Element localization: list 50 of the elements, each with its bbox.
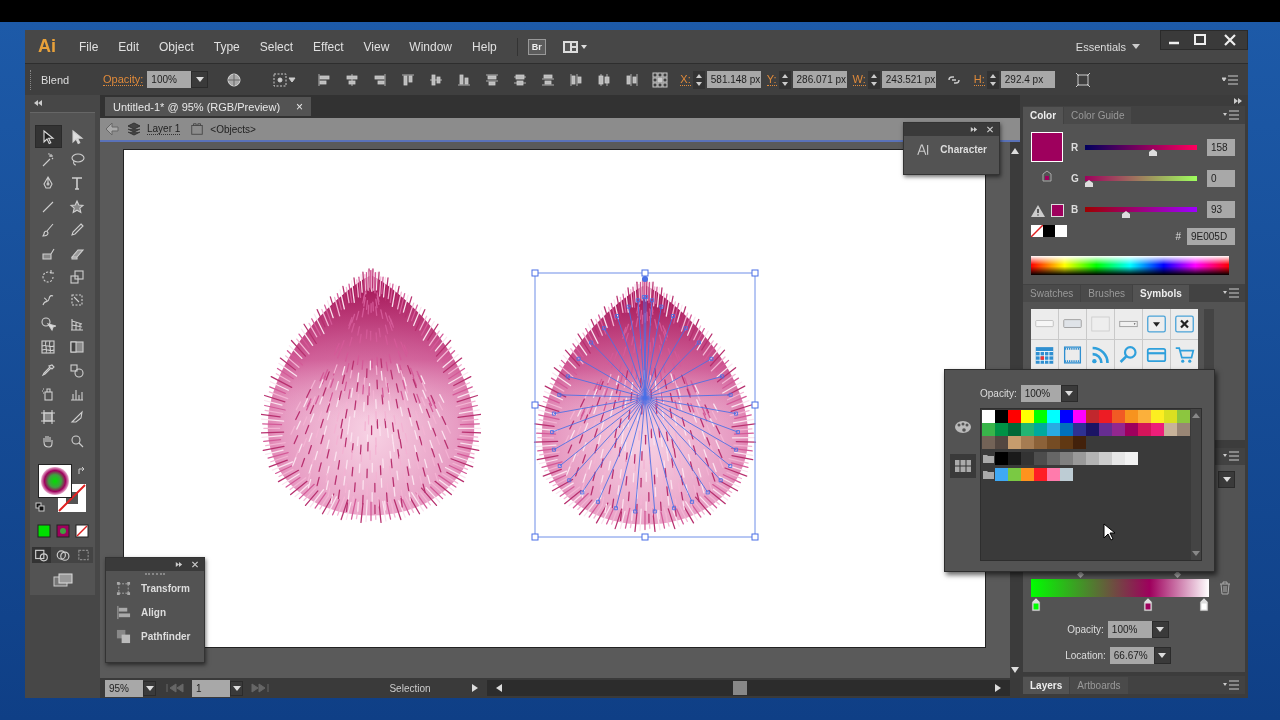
coordinate-field[interactable]: 581.148 px xyxy=(706,71,761,88)
coordinate-label: X: xyxy=(680,73,691,86)
panel-item[interactable]: Pathfinder xyxy=(141,631,191,642)
opacity-field[interactable]: 100% xyxy=(1107,621,1152,638)
document-tab[interactable]: Untitled-1* @ 95% (RGB/Preview) × xyxy=(105,97,312,116)
artboard-field[interactable]: 1 xyxy=(192,679,230,697)
channel-label: R xyxy=(1071,142,1080,153)
opacity-label: Opacity: xyxy=(980,387,1017,399)
workspace-switcher[interactable]: Essentials xyxy=(1075,40,1126,53)
menu-item[interactable]: Window xyxy=(399,39,463,54)
menu-item[interactable]: Object xyxy=(149,39,204,54)
opacity-field[interactable]: 100% xyxy=(147,71,192,88)
selection-type-label: Blend xyxy=(41,73,71,86)
menu-item[interactable]: View xyxy=(353,39,400,54)
hex-field[interactable]: 9E005D xyxy=(1187,228,1235,245)
channel-label: B xyxy=(1071,204,1080,215)
menu-item[interactable]: Edit xyxy=(108,39,150,54)
menu-item[interactable]: Select xyxy=(249,39,304,54)
channel-label: G xyxy=(1071,173,1080,184)
channel-value-field[interactable]: 158 xyxy=(1207,139,1235,156)
coordinate-label: H: xyxy=(973,73,985,86)
menu-item[interactable]: File xyxy=(69,39,109,54)
coordinate-field[interactable]: 286.071 px xyxy=(792,71,847,88)
panel-tab[interactable]: Color xyxy=(1023,107,1064,124)
coordinate-field[interactable]: 292.4 px xyxy=(1000,71,1055,88)
opacity-field[interactable]: 100% xyxy=(1020,384,1061,402)
coordinate-label: W: xyxy=(852,73,866,86)
panel-item[interactable]: Character xyxy=(940,144,987,155)
panel-item[interactable]: Align xyxy=(141,607,166,618)
menu-item[interactable]: Help xyxy=(462,39,507,54)
channel-value-field[interactable]: 93 xyxy=(1207,201,1235,218)
panel-tab[interactable]: Symbols xyxy=(1133,285,1189,302)
channel-value-field[interactable]: 0 xyxy=(1207,170,1235,187)
location-field[interactable]: 66.67% xyxy=(1109,647,1154,664)
bridge-button[interactable]: Br xyxy=(527,38,546,55)
group-label[interactable]: <Objects> xyxy=(210,123,256,135)
location-label: Location: xyxy=(1065,650,1106,661)
layer-link[interactable]: Layer 1 xyxy=(147,123,181,135)
opacity-label: Opacity: xyxy=(1067,624,1104,635)
current-tool-label: Selection xyxy=(388,682,432,694)
coordinate-label: Y: xyxy=(766,73,777,86)
panel-item[interactable]: Transform xyxy=(141,583,190,594)
panel-tab[interactable]: Layers xyxy=(1023,677,1070,694)
menu-item[interactable]: Effect xyxy=(303,39,354,54)
app-logo: Ai xyxy=(37,36,57,57)
hex-label: # xyxy=(1175,231,1181,242)
zoom-field[interactable]: 95% xyxy=(105,679,143,697)
opacity-label[interactable]: Opacity: xyxy=(103,73,144,86)
menu-item[interactable]: Type xyxy=(203,39,250,54)
coordinate-field[interactable]: 243.521 px xyxy=(881,71,936,88)
